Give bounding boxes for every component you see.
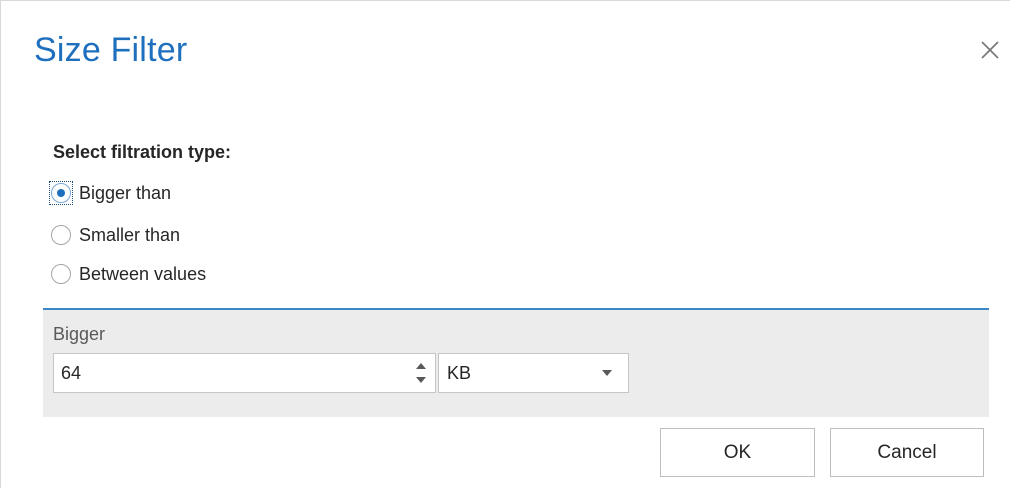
close-icon[interactable]: [977, 37, 1003, 63]
radio-between-values[interactable]: Between values: [51, 260, 206, 288]
unit-select[interactable]: KB: [438, 353, 629, 393]
dialog-title: Size Filter: [34, 31, 188, 69]
filtration-type-label: Select filtration type:: [53, 142, 232, 162]
bigger-label: Bigger: [53, 324, 106, 344]
radio-label: Between values: [79, 263, 207, 284]
radio-label: Smaller than: [79, 224, 181, 245]
spinner-arrows-icon[interactable]: [412, 357, 430, 389]
radio-label: Bigger than: [79, 182, 172, 203]
cancel-button[interactable]: Cancel: [830, 428, 984, 477]
size-value-input[interactable]: 64: [53, 353, 436, 393]
radio-button[interactable]: [51, 225, 71, 245]
chevron-down-icon[interactable]: [602, 370, 612, 376]
focus-ring: [49, 181, 73, 205]
radio-button[interactable]: [51, 264, 71, 284]
ok-button[interactable]: OK: [660, 428, 815, 477]
radio-button-checked[interactable]: [49, 181, 73, 205]
radio-smaller-than[interactable]: Smaller than: [51, 221, 180, 249]
size-filter-dialog: Size Filter Select filtration type: Bigg…: [0, 0, 1010, 488]
radio-bigger-than[interactable]: Bigger than: [49, 179, 172, 207]
